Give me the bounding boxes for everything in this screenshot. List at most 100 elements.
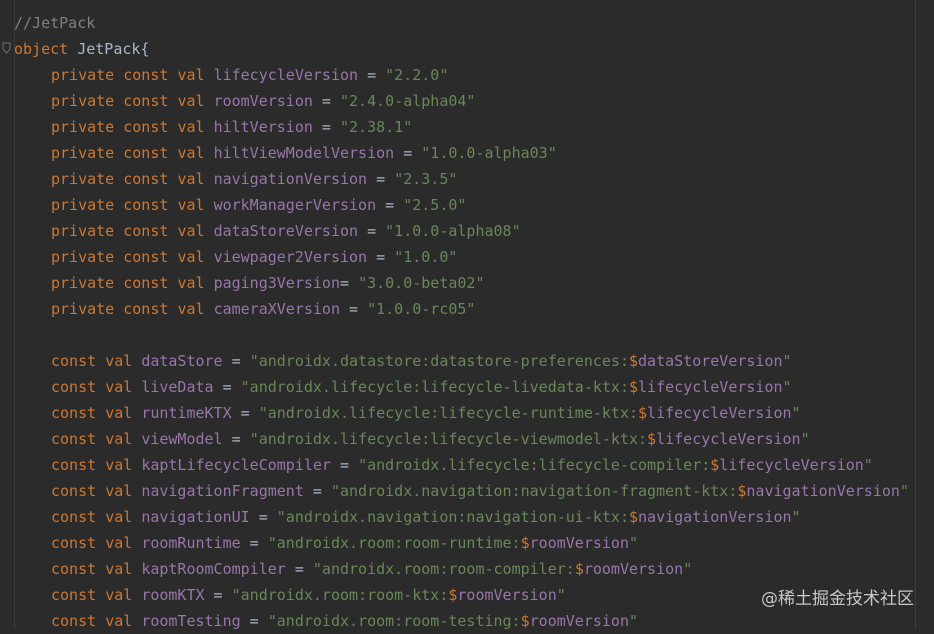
val-name: roomVersion	[213, 92, 313, 110]
template-dollar: $	[574, 560, 584, 578]
val-name: cameraXVersion	[213, 300, 340, 318]
const-keyword: const	[51, 612, 97, 630]
val-keyword: val	[177, 300, 205, 318]
version-string: "2.2.0"	[385, 66, 449, 84]
object-name: JetPack{	[77, 40, 150, 58]
version-string: "2.4.0-alpha04"	[340, 92, 476, 110]
assign-op: =	[285, 560, 313, 578]
template-variable: lifecycleVersion	[638, 378, 783, 396]
dependency-line: const val runtimeKTX = "androidx.lifecyc…	[14, 400, 934, 426]
assign-op: =	[231, 404, 259, 422]
close-quote: "	[556, 586, 566, 604]
private-keyword: private	[51, 222, 115, 240]
version-string: "2.3.5"	[394, 170, 458, 188]
const-keyword: const	[123, 66, 169, 84]
dependency-string: "androidx.lifecycle:lifecycle-livedata-k…	[240, 378, 629, 396]
code-editor[interactable]: //JetPack object JetPack{ private const …	[14, 10, 934, 634]
assign-op: =	[204, 586, 232, 604]
dependency-line: const val viewModel = "androidx.lifecycl…	[14, 426, 934, 452]
val-keyword: val	[177, 222, 205, 240]
val-keyword: val	[105, 534, 133, 552]
template-variable: roomVersion	[529, 612, 629, 630]
private-val-line: private const val paging3Version= "3.0.0…	[14, 270, 934, 296]
const-keyword: const	[51, 404, 97, 422]
dependency-name: navigationFragment	[141, 482, 304, 500]
assign-op: =	[394, 144, 422, 162]
version-string: "1.0.0-alpha03"	[421, 144, 557, 162]
private-val-line: private const val hiltVersion = "2.38.1"	[14, 114, 934, 140]
dependency-name: dataStore	[141, 352, 223, 370]
val-keyword: val	[177, 66, 205, 84]
const-keyword: const	[123, 144, 169, 162]
dependency-line: const val dataStore = "androidx.datastor…	[14, 348, 934, 374]
template-variable: navigationVersion	[638, 508, 792, 526]
val-keyword: val	[177, 144, 205, 162]
fold-marker-icon[interactable]	[2, 42, 11, 54]
dependency-line: const val navigationUI = "androidx.navig…	[14, 504, 934, 530]
private-val-line: private const val workManagerVersion = "…	[14, 192, 934, 218]
assign-op: =	[367, 170, 395, 188]
const-keyword: const	[51, 456, 97, 474]
close-quote: "	[863, 456, 873, 474]
assign-op: =	[222, 430, 250, 448]
close-quote: "	[629, 534, 639, 552]
dependency-line: const val roomRuntime = "androidx.room:r…	[14, 530, 934, 556]
assign-op: =	[303, 482, 331, 500]
private-val-line: private const val navigationVersion = "2…	[14, 166, 934, 192]
template-variable: roomVersion	[457, 586, 557, 604]
template-dollar: $	[520, 612, 530, 630]
val-keyword: val	[177, 92, 205, 110]
dependency-name: navigationUI	[141, 508, 250, 526]
close-quote: "	[782, 378, 792, 396]
dependency-name: viewModel	[141, 430, 223, 448]
dependency-line: const val kaptLifecycleCompiler = "andro…	[14, 452, 934, 478]
dependency-string: "androidx.lifecycle:lifecycle-viewmodel-…	[249, 430, 648, 448]
private-val-line: private const val dataStoreVersion = "1.…	[14, 218, 934, 244]
template-variable: lifecycleVersion	[656, 430, 801, 448]
const-keyword: const	[123, 300, 169, 318]
template-variable: roomVersion	[583, 560, 684, 578]
assign-op: =	[312, 92, 340, 110]
close-quote: "	[791, 508, 801, 526]
dependency-name: roomTesting	[141, 612, 241, 630]
assign-op: =	[249, 508, 277, 526]
dependency-name: roomKTX	[141, 586, 205, 604]
const-keyword: const	[51, 560, 97, 578]
const-keyword: const	[51, 508, 97, 526]
close-quote: "	[683, 560, 693, 578]
version-string: "2.5.0"	[403, 196, 467, 214]
private-val-line: private const val roomVersion = "2.4.0-a…	[14, 88, 934, 114]
val-keyword: val	[105, 482, 133, 500]
val-name: lifecycleVersion	[213, 66, 359, 84]
version-string: "1.0.0-rc05"	[367, 300, 476, 318]
comment-line: //JetPack	[14, 10, 934, 36]
const-keyword: const	[123, 92, 169, 110]
assign-op: =	[312, 118, 340, 136]
val-keyword: val	[105, 430, 133, 448]
dependency-line: const val navigationFragment = "androidx…	[14, 478, 934, 504]
dependency-name: kaptLifecycleCompiler	[141, 456, 331, 474]
dependency-string: "androidx.room:room-ktx:	[231, 586, 449, 604]
dependency-name: kaptRoomCompiler	[141, 560, 286, 578]
val-keyword: val	[177, 274, 205, 292]
const-keyword: const	[51, 430, 97, 448]
dependency-string: "androidx.room:room-runtime:	[267, 534, 521, 552]
dependency-string: "androidx.navigation:navigation-ui-ktx:	[276, 508, 629, 526]
val-keyword: val	[105, 456, 133, 474]
val-keyword: val	[177, 118, 205, 136]
private-keyword: private	[51, 144, 115, 162]
template-variable: navigationVersion	[746, 482, 900, 500]
const-keyword: const	[123, 248, 169, 266]
template-variable: lifecycleVersion	[647, 404, 792, 422]
template-dollar: $	[628, 378, 639, 396]
version-string: "1.0.0-alpha08"	[385, 222, 521, 240]
val-keyword: val	[105, 508, 133, 526]
val-name: hiltVersion	[213, 118, 313, 136]
version-string: "1.0.0"	[394, 248, 458, 266]
template-dollar: $	[520, 534, 530, 552]
private-keyword: private	[51, 196, 115, 214]
dependency-line: const val kaptRoomCompiler = "androidx.r…	[14, 556, 934, 582]
private-keyword: private	[51, 274, 115, 292]
private-keyword: private	[51, 118, 115, 136]
